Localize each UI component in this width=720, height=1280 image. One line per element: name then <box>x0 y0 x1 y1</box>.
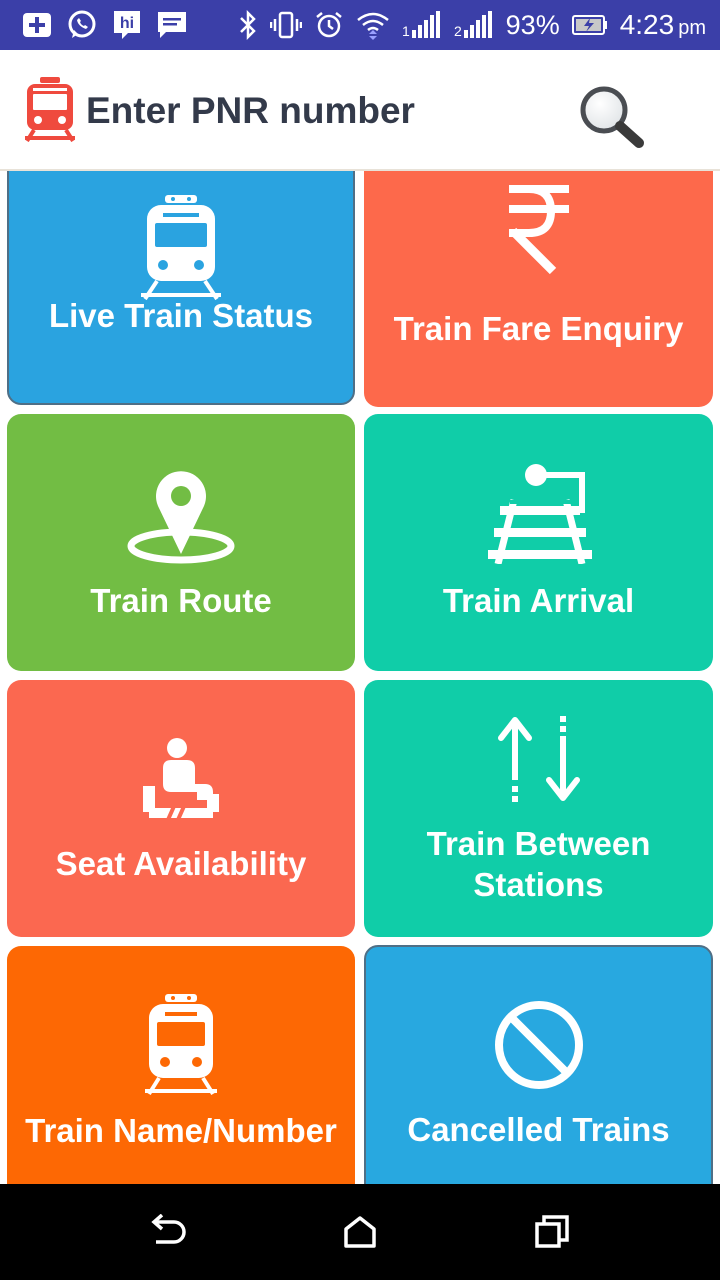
svg-text:2: 2 <box>454 23 462 39</box>
message-icon <box>156 10 188 40</box>
train-icon <box>24 76 76 147</box>
battery-charging-icon <box>571 14 608 36</box>
add-icon <box>22 12 52 38</box>
recents-icon <box>535 1215 569 1248</box>
train-front-icon <box>9 195 353 301</box>
tile-label: Train Between Stations <box>364 823 713 905</box>
tile-label: Train Fare Enquiry <box>393 310 684 347</box>
rupee-icon <box>364 181 713 275</box>
tile-label-line1: Train Between <box>426 825 651 862</box>
hike-icon: hi <box>112 9 142 41</box>
cancel-icon <box>366 999 711 1091</box>
bluetooth-icon <box>238 10 258 40</box>
signal-1-icon: 1 <box>402 10 442 40</box>
feature-grid: Live Train Status Train Fare Enquiry Tra… <box>0 171 720 1184</box>
search-button[interactable] <box>570 76 650 156</box>
battery-percent: 93% <box>505 9 560 40</box>
tile-label: Train Arrival <box>442 582 635 619</box>
back-button[interactable] <box>138 1202 198 1262</box>
location-pin-icon <box>7 466 355 566</box>
train-front-icon <box>7 994 355 1096</box>
tile-label: Cancelled Trains <box>407 1111 670 1148</box>
tile-label: Train Name/Number <box>25 1112 337 1149</box>
tile-live-train-status[interactable]: Live Train Status <box>7 171 355 405</box>
screen: hi 1 2 93% 4:23 pm Enter PNR number Live… <box>0 0 720 1280</box>
seated-person-icon <box>7 738 355 822</box>
tile-label: Live Train Status <box>48 297 314 334</box>
tile-seat-availability[interactable]: Seat Availability <box>7 680 355 937</box>
tile-train-between-stations[interactable]: Train Between Stations <box>364 680 713 937</box>
app-bar: Enter PNR number <box>0 50 720 171</box>
railway-track-icon <box>364 460 713 564</box>
alarm-icon <box>314 10 344 40</box>
tile-train-route[interactable]: Train Route <box>7 414 355 671</box>
up-down-arrows-icon <box>364 714 713 804</box>
pnr-input[interactable]: Enter PNR number <box>86 90 415 132</box>
tile-label: Train Route <box>90 582 272 619</box>
search-icon <box>580 86 644 148</box>
home-icon <box>344 1216 376 1248</box>
wifi-icon <box>356 10 390 40</box>
tile-label-line2: Stations <box>473 866 604 903</box>
back-icon <box>151 1214 186 1244</box>
svg-text:hi: hi <box>120 15 134 32</box>
tile-train-fare-enquiry[interactable]: Train Fare Enquiry <box>364 171 713 407</box>
vibrate-icon <box>269 10 302 40</box>
home-button[interactable] <box>330 1202 390 1262</box>
tile-cancelled-trains[interactable]: Cancelled Trains <box>364 945 713 1184</box>
signal-2-icon: 2 <box>454 10 494 40</box>
tile-label: Seat Availability <box>55 845 307 882</box>
status-bar: hi 1 2 93% 4:23 pm <box>0 0 720 50</box>
tile-train-name-number[interactable]: Train Name/Number <box>7 946 355 1184</box>
clock: 4:23 pm <box>619 9 706 40</box>
navigation-bar <box>0 1184 720 1280</box>
recents-button[interactable] <box>522 1202 582 1262</box>
tile-train-arrival[interactable]: Train Arrival <box>364 414 713 671</box>
svg-text:1: 1 <box>402 23 410 39</box>
whatsapp-icon <box>66 9 98 41</box>
